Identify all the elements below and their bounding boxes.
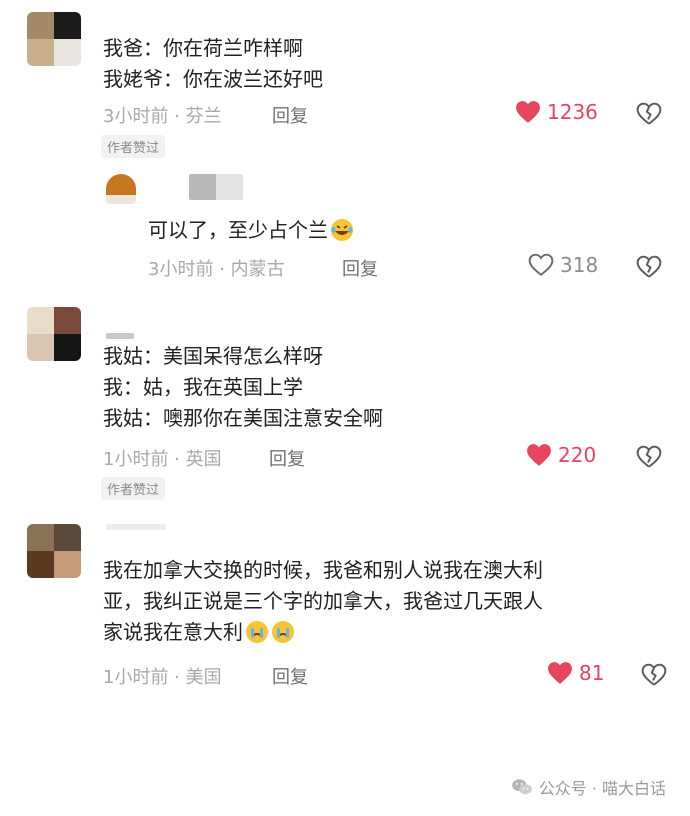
like-button[interactable]: 1236 — [515, 100, 598, 124]
like-button[interactable]: 318 — [528, 253, 598, 277]
comment-line: 可以了，至少占个兰 — [148, 218, 328, 242]
avatar[interactable] — [106, 174, 136, 204]
wechat-icon — [511, 779, 532, 795]
like-count: 220 — [558, 443, 597, 467]
broken-heart-icon[interactable] — [636, 102, 662, 126]
comment-line: 我爸：你在荷兰咋样啊 — [103, 36, 303, 60]
like-count: 1236 — [547, 100, 598, 124]
comment-text: 可以了，至少占个兰 — [148, 215, 354, 246]
heart-icon — [527, 444, 551, 466]
crying-emoji — [246, 621, 268, 643]
username-blurred — [106, 333, 134, 339]
comment-text: 我爸：你在荷兰咋样啊 我姥爷：你在波兰还好吧 — [103, 33, 323, 95]
broken-heart-icon[interactable] — [641, 663, 667, 687]
comment-text: 我姑：美国呆得怎么样呀 我：姑，我在英国上学 我姑：噢那你在美国注意安全啊 — [103, 341, 383, 434]
heart-icon — [516, 101, 540, 123]
time-location: 1小时前 · 美国 — [103, 667, 222, 688]
heart-icon — [528, 253, 554, 276]
avatar[interactable] — [27, 524, 81, 578]
comment-text: 我在加拿大交换的时候，我爸和别人说我在澳大利 亚，我纠正说是三个字的加拿大，我爸… — [103, 555, 543, 648]
watermark: 公众号 · 喵大白话 — [511, 775, 666, 799]
broken-heart-icon[interactable] — [636, 445, 662, 469]
time-location: 3小时前 · 内蒙古 — [148, 259, 285, 280]
author-liked-badge: 作者赞过 — [101, 477, 166, 500]
reply-button[interactable]: 回复 — [342, 255, 378, 281]
like-button[interactable]: 220 — [526, 443, 596, 467]
time-location: 3小时前 · 芬兰 — [103, 106, 222, 127]
laughing-tears-emoji — [331, 219, 353, 241]
watermark-text: 公众号 · 喵大白话 — [538, 779, 666, 798]
comment-line: 我姑：噢那你在美国注意安全啊 — [103, 406, 383, 430]
comment-line: 家说我在意大利 — [103, 620, 243, 644]
avatar[interactable] — [27, 12, 81, 66]
reply-button[interactable]: 回复 — [272, 102, 308, 128]
reply-button[interactable]: 回复 — [272, 663, 308, 689]
time-location: 1小时前 · 英国 — [103, 449, 222, 470]
username-blurred — [189, 174, 243, 200]
heart-icon — [548, 662, 572, 684]
username-blurred — [106, 524, 166, 530]
broken-heart-icon[interactable] — [636, 255, 662, 279]
avatar[interactable] — [27, 307, 81, 361]
comment-line: 我姑：美国呆得怎么样呀 — [103, 344, 323, 368]
comment-line: 我姥爷：你在波兰还好吧 — [103, 67, 323, 91]
comment-line: 我：姑，我在英国上学 — [103, 375, 303, 399]
like-button[interactable]: 81 — [547, 661, 604, 685]
crying-emoji — [272, 621, 294, 643]
author-liked-badge: 作者赞过 — [101, 135, 166, 158]
reply-button[interactable]: 回复 — [269, 445, 305, 471]
like-count: 318 — [560, 253, 599, 277]
comment-line: 我在加拿大交换的时候，我爸和别人说我在澳大利 — [103, 558, 543, 582]
comment-line: 亚，我纠正说是三个字的加拿大，我爸过几天跟人 — [103, 589, 543, 613]
like-count: 81 — [579, 661, 605, 685]
